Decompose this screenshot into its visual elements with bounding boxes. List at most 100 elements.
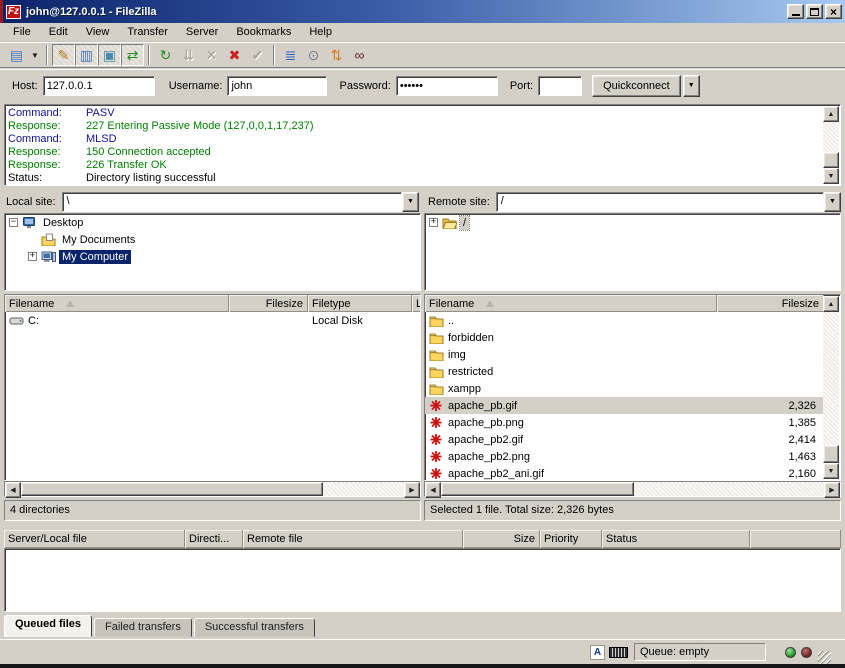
tab-failed-transfers[interactable]: Failed transfers	[94, 618, 192, 637]
local-site-value[interactable]: \	[62, 192, 402, 212]
log-scroll-thumb[interactable]	[823, 152, 839, 168]
find-files-button[interactable]: ∞	[348, 44, 371, 66]
queue-column-header-status[interactable]: Status	[602, 530, 750, 548]
file-row[interactable]: apache_pb2.gif2,414	[425, 431, 824, 448]
tree-item[interactable]: +/	[425, 214, 840, 231]
remote-site-value[interactable]: /	[496, 192, 824, 212]
cancel-operation-button[interactable]: ✕	[200, 44, 223, 66]
directory-filters-button[interactable]: ≣	[279, 44, 302, 66]
reconnect-button[interactable]: ✔	[246, 44, 269, 66]
file-row[interactable]: restricted	[425, 363, 824, 380]
file-row[interactable]: apache_pb.png1,385	[425, 414, 824, 431]
tree-item[interactable]: My Documents	[5, 231, 420, 248]
queue-column-header-priority[interactable]: Priority	[540, 530, 602, 548]
queue-column-header-blank[interactable]	[750, 530, 841, 548]
scroll-left-icon[interactable]: ◀	[425, 482, 441, 498]
scroll-down-icon[interactable]: ▼	[823, 168, 839, 184]
synchronized-browsing-button[interactable]: ⇅	[325, 44, 348, 66]
menu-item-help[interactable]: Help	[300, 24, 341, 40]
log-line-text: PASV	[86, 107, 115, 120]
file-name: img	[448, 349, 466, 361]
tab-queued-files[interactable]: Queued files	[4, 615, 92, 637]
scroll-right-icon[interactable]: ▶	[404, 482, 420, 498]
tree-item[interactable]: +My Computer	[5, 248, 420, 265]
expand-icon[interactable]: +	[28, 252, 37, 261]
close-button[interactable]: ×	[825, 4, 842, 19]
scroll-down-icon[interactable]: ▼	[823, 463, 839, 479]
toggle-message-log-button[interactable]: ✎	[52, 44, 75, 66]
remote-site-combo[interactable]: / ▼	[496, 192, 841, 212]
process-queue-button[interactable]: ⇊	[177, 44, 200, 66]
queue-column-header-server-local-file[interactable]: Server/Local file	[4, 530, 185, 548]
file-name: restricted	[448, 366, 493, 378]
tab-successful-transfers[interactable]: Successful transfers	[194, 618, 315, 637]
sort-ascending-icon	[486, 300, 494, 307]
minimize-button[interactable]	[787, 4, 804, 19]
queue-column-header-remote-file[interactable]: Remote file	[243, 530, 463, 548]
column-header-filename[interactable]: Filename	[5, 295, 229, 312]
menu-item-bookmarks[interactable]: Bookmarks	[227, 24, 300, 40]
site-manager-dropdown[interactable]: ▼	[28, 44, 42, 66]
site-manager-button[interactable]: ▤	[5, 44, 28, 66]
remote-hscrollbar[interactable]: ◀ ▶	[424, 481, 841, 497]
quickconnect-button[interactable]: Quickconnect	[592, 75, 681, 97]
local-hscroll-thumb[interactable]	[21, 482, 323, 496]
filezilla-window: Fz john@127.0.0.1 - FileZilla × FileEdit…	[0, 0, 845, 668]
file-row[interactable]: img	[425, 346, 824, 363]
maximize-button[interactable]	[806, 4, 823, 19]
column-header-filetype[interactable]: Filetype	[308, 295, 412, 312]
local-hscrollbar[interactable]: ◀ ▶	[4, 481, 421, 497]
menu-item-server[interactable]: Server	[177, 24, 227, 40]
file-row[interactable]: ..	[425, 312, 824, 329]
site-manager-icon: ▤	[10, 47, 23, 64]
file-row[interactable]: xampp	[425, 380, 824, 397]
window-bottom-edge	[0, 664, 845, 668]
column-header-filesize[interactable]: Filesize	[229, 295, 308, 312]
log-scrollbar[interactable]: ▲ ▼	[823, 106, 839, 184]
file-row[interactable]: forbidden	[425, 329, 824, 346]
menu-item-view[interactable]: View	[77, 24, 119, 40]
queue-column-header-size[interactable]: Size	[463, 530, 540, 548]
username-input[interactable]	[227, 76, 327, 96]
port-input[interactable]	[538, 76, 582, 96]
scroll-up-icon[interactable]: ▲	[823, 106, 839, 122]
file-size-cell: 2,160	[717, 468, 820, 480]
file-row[interactable]: apache_pb2.png1,463	[425, 448, 824, 465]
directory-comparison-button[interactable]: ⊙	[302, 44, 325, 66]
scroll-left-icon[interactable]: ◀	[5, 482, 21, 498]
quickconnect-bar: Host: Username: Password: Port: Quickcon…	[0, 69, 845, 101]
toggle-queue-button[interactable]: ⇄	[121, 44, 144, 66]
local-site-dropdown[interactable]: ▼	[402, 192, 419, 212]
host-input[interactable]	[43, 76, 155, 96]
menu-item-transfer[interactable]: Transfer	[118, 24, 177, 40]
file-row[interactable]: apache_pb.gif2,326	[425, 397, 824, 414]
password-input[interactable]	[396, 76, 498, 96]
title-bar[interactable]: Fz john@127.0.0.1 - FileZilla ×	[0, 0, 845, 23]
menu-item-file[interactable]: File	[4, 24, 40, 40]
disconnect-button[interactable]: ✖	[223, 44, 246, 66]
refresh-button[interactable]: ↻	[154, 44, 177, 66]
remote-hscroll-thumb[interactable]	[441, 482, 634, 496]
quickconnect-dropdown[interactable]: ▼	[683, 75, 700, 97]
remote-site-dropdown[interactable]: ▼	[824, 192, 841, 212]
local-site-combo[interactable]: \ ▼	[62, 192, 419, 212]
collapse-icon[interactable]: −	[9, 218, 18, 227]
scroll-right-icon[interactable]: ▶	[824, 482, 840, 498]
expand-icon[interactable]: +	[429, 218, 438, 227]
file-row[interactable]: apache_pb2_ani.gif2,160	[425, 465, 824, 481]
tree-item[interactable]: −Desktop	[5, 214, 420, 231]
log-line-text: 226 Transfer OK	[86, 159, 167, 172]
file-row[interactable]: C:Local Disk	[5, 312, 420, 329]
close-icon: ×	[830, 7, 837, 17]
column-header-filesize[interactable]: Filesize	[717, 295, 824, 312]
resize-grip[interactable]	[818, 651, 831, 664]
scroll-up-icon[interactable]: ▲	[823, 296, 839, 312]
toggle-local-tree-button[interactable]: ▥	[75, 44, 98, 66]
toggle-remote-tree-button[interactable]: ▣	[98, 44, 121, 66]
remote-list-scrollbar[interactable]: ▲ ▼	[823, 296, 839, 479]
queue-column-header-directi-[interactable]: Directi...	[185, 530, 243, 548]
remote-scroll-thumb[interactable]	[823, 445, 839, 463]
column-header-filename[interactable]: Filename	[425, 295, 717, 312]
menu-item-edit[interactable]: Edit	[40, 24, 77, 40]
column-header-l[interactable]: L	[412, 295, 421, 312]
